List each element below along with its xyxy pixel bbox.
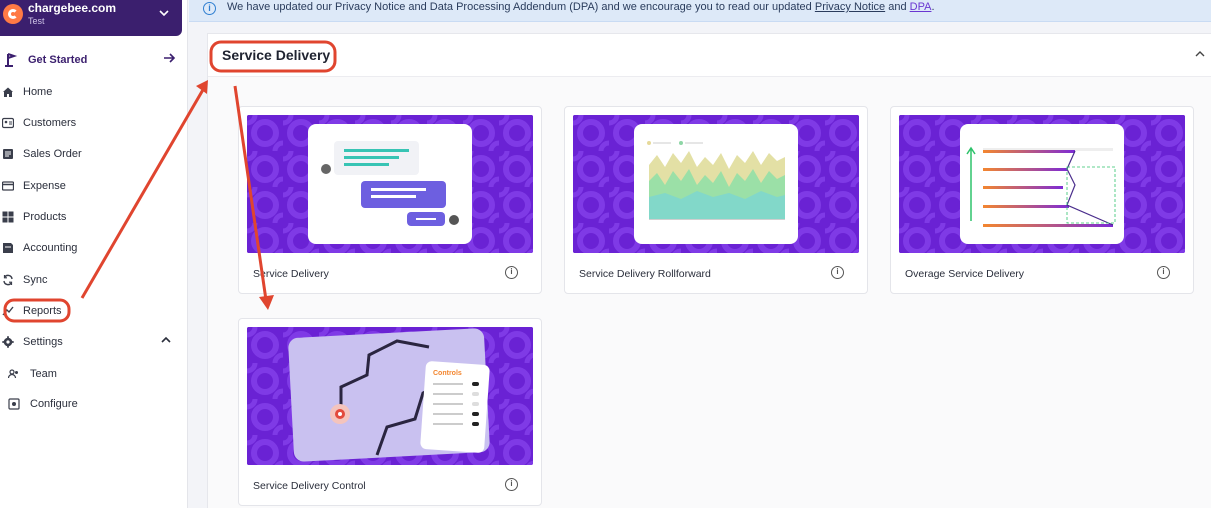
card-title: Service Delivery Rollforward bbox=[579, 268, 711, 280]
sidebar-item-configure[interactable]: Configure bbox=[0, 393, 182, 415]
configure-icon bbox=[8, 397, 20, 410]
info-icon: i bbox=[203, 2, 216, 15]
card-thumbnail bbox=[573, 115, 859, 253]
customers-icon bbox=[1, 116, 15, 129]
sidebar-item-label: Customers bbox=[23, 117, 77, 129]
sidebar-item-label: Sales Order bbox=[23, 148, 82, 160]
banner-message: We have updated our Privacy Notice and D… bbox=[227, 1, 812, 13]
sidebar: chargebee.com Test Get Started Home Cust… bbox=[0, 0, 188, 508]
sidebar-item-reports[interactable]: Reports bbox=[0, 300, 182, 322]
dpa-link[interactable]: DPA bbox=[910, 1, 932, 13]
chevron-up-icon[interactable] bbox=[1194, 48, 1206, 63]
sidebar-item-label: Home bbox=[23, 86, 53, 98]
org-switcher[interactable]: chargebee.com Test bbox=[0, 0, 182, 36]
team-icon bbox=[7, 367, 20, 379]
sidebar-item-label: Settings bbox=[23, 336, 63, 348]
sidebar-item-home[interactable]: Home bbox=[0, 81, 182, 103]
section-title: Service Delivery bbox=[222, 47, 331, 63]
card-title: Service Delivery bbox=[253, 268, 329, 280]
sidebar-item-customers[interactable]: Customers bbox=[0, 112, 182, 134]
home-icon bbox=[2, 85, 14, 97]
sales-order-icon bbox=[2, 147, 14, 159]
sidebar-item-label: Team bbox=[30, 368, 57, 380]
card-thumbnail bbox=[247, 115, 533, 253]
reports-icon bbox=[2, 304, 14, 316]
sidebar-item-settings[interactable]: Settings bbox=[0, 331, 182, 353]
sidebar-item-team[interactable]: Team bbox=[0, 363, 182, 385]
info-icon[interactable]: i bbox=[1157, 266, 1170, 279]
report-card-service-delivery-rollforward[interactable]: Service Delivery Rollforward i bbox=[564, 106, 868, 294]
sidebar-item-expense[interactable]: Expense bbox=[0, 175, 182, 197]
arrow-right-icon bbox=[162, 51, 176, 68]
report-card-service-delivery-control[interactable]: Controls Service Delivery Control i bbox=[238, 318, 542, 506]
card-title: Overage Service Delivery bbox=[905, 268, 1025, 280]
banner-text: We have updated our Privacy Notice and D… bbox=[227, 1, 935, 13]
gear-icon bbox=[2, 335, 14, 348]
card-title: Service Delivery Control bbox=[253, 480, 366, 492]
get-started-link[interactable]: Get Started bbox=[0, 50, 182, 72]
banner-and: and bbox=[888, 1, 907, 13]
sidebar-item-sales-order[interactable]: Sales Order bbox=[0, 143, 182, 165]
sidebar-item-label: Sync bbox=[23, 274, 48, 286]
report-card-overage-service-delivery[interactable]: Overage Service Delivery i bbox=[890, 106, 1194, 294]
org-subtitle: Test bbox=[28, 16, 45, 26]
info-icon[interactable]: i bbox=[831, 266, 844, 279]
sidebar-item-label: Configure bbox=[30, 398, 78, 410]
get-started-label: Get Started bbox=[28, 54, 88, 66]
service-delivery-section: Service Delivery Service Delivery i Serv… bbox=[207, 33, 1211, 508]
expense-icon bbox=[1, 179, 15, 191]
accounting-icon bbox=[2, 241, 14, 253]
info-icon[interactable]: i bbox=[505, 478, 518, 491]
report-card-service-delivery[interactable]: Service Delivery i bbox=[238, 106, 542, 294]
sidebar-item-accounting[interactable]: Accounting bbox=[0, 237, 182, 259]
privacy-notice-link[interactable]: Privacy Notice bbox=[815, 1, 885, 13]
chevron-down-icon[interactable] bbox=[158, 7, 170, 22]
banner-end: . bbox=[931, 1, 935, 13]
chargebee-logo bbox=[3, 4, 23, 24]
info-icon[interactable]: i bbox=[505, 266, 518, 279]
privacy-banner: i We have updated our Privacy Notice and… bbox=[189, 0, 1211, 22]
controls-panel-title: Controls bbox=[433, 370, 462, 377]
sidebar-item-label: Accounting bbox=[23, 242, 78, 254]
card-thumbnail: Controls bbox=[247, 327, 533, 465]
products-icon bbox=[2, 210, 14, 223]
sync-icon bbox=[2, 273, 14, 286]
chevron-up-icon[interactable] bbox=[160, 334, 172, 349]
card-thumbnail bbox=[899, 115, 1185, 253]
section-header[interactable]: Service Delivery bbox=[208, 34, 1211, 77]
sidebar-item-label: Reports bbox=[23, 305, 62, 317]
sidebar-item-products[interactable]: Products bbox=[0, 206, 182, 228]
org-name: chargebee.com bbox=[28, 1, 117, 15]
sidebar-item-label: Products bbox=[23, 211, 67, 223]
sidebar-item-sync[interactable]: Sync bbox=[0, 269, 182, 291]
flag-icon bbox=[4, 52, 18, 68]
sidebar-item-label: Expense bbox=[23, 180, 66, 192]
